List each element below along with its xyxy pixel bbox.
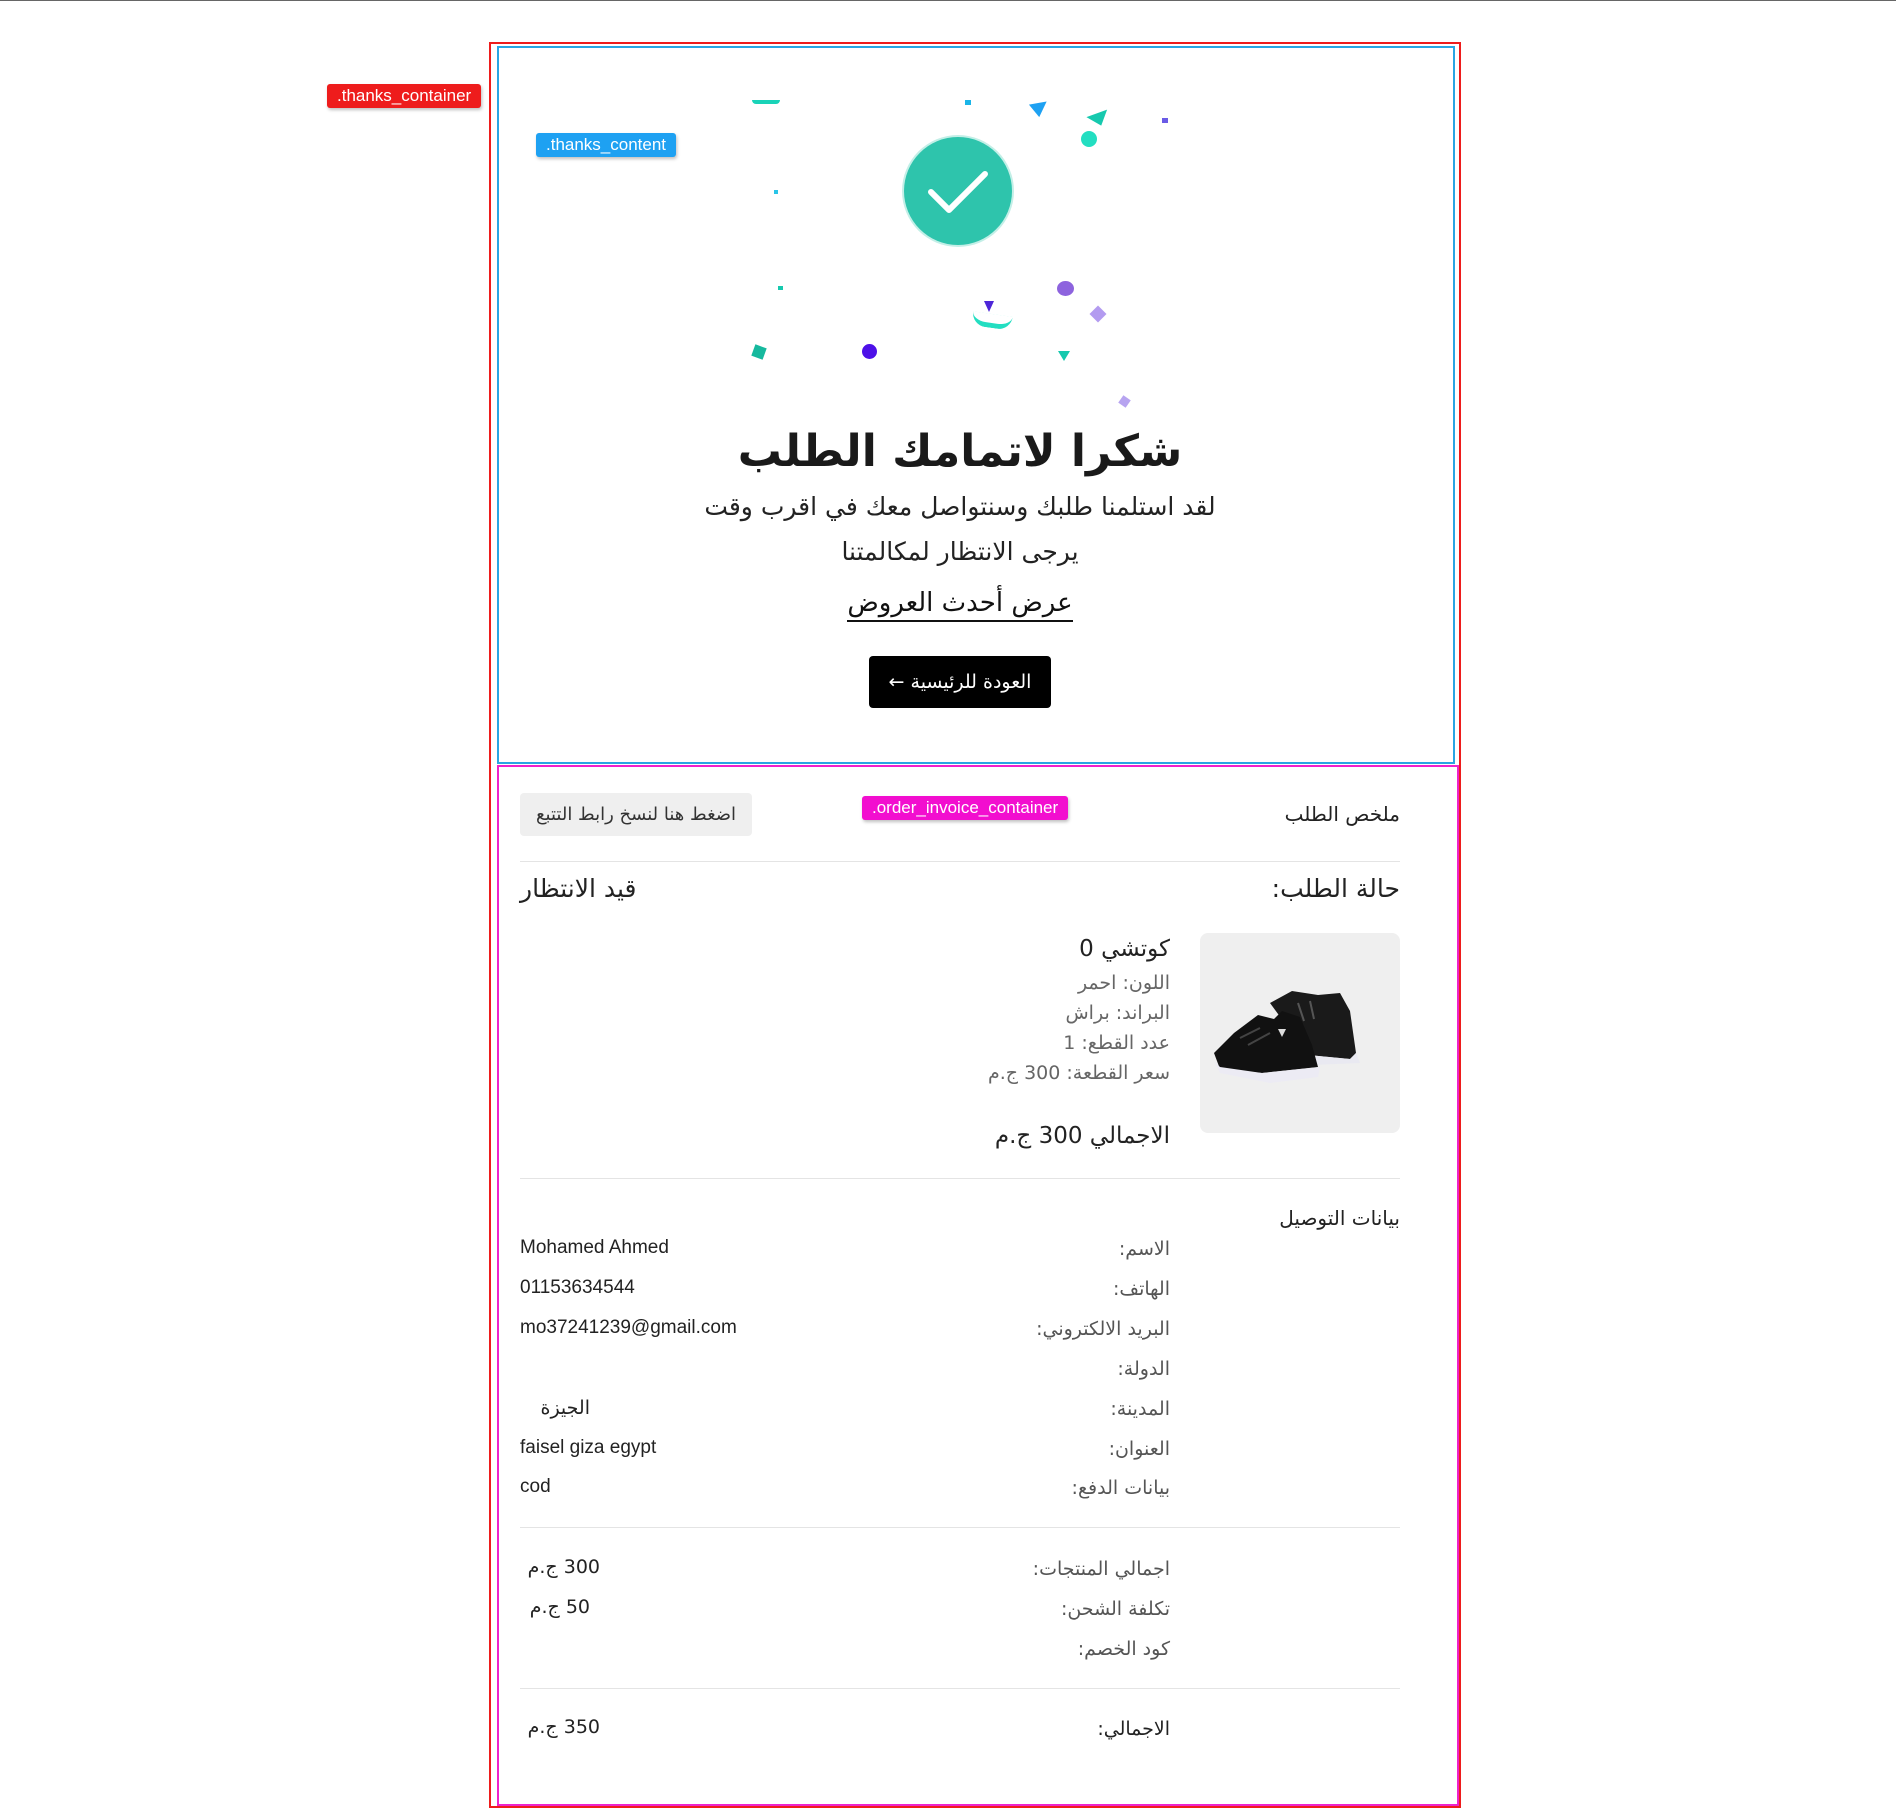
products-total-value: 300 ج.م [527, 1556, 600, 1578]
thanks-title: شكرا لاتمامك الطلب [737, 426, 1183, 477]
delivery-value-address: faisel giza egypt [520, 1437, 657, 1458]
divider [520, 1688, 1400, 1689]
divider [520, 1178, 1400, 1179]
grand-total-label: الاجمالي: [1097, 1718, 1170, 1740]
product-name: كوتشي 0 [1079, 936, 1170, 962]
delivery-info-title: بيانات التوصيل [1279, 1206, 1400, 1230]
thanks-message-line2: يرجى الانتظار لمكالمتنا [841, 537, 1079, 566]
delivery-label-address: العنوان: [1108, 1438, 1170, 1460]
delivery-value-email: mo37241239@gmail.com [520, 1317, 737, 1338]
delivery-label-phone: الهاتف: [1113, 1278, 1170, 1300]
shipping-cost-value: 50 ج.م [529, 1596, 590, 1618]
delivery-label-country: الدولة: [1117, 1358, 1170, 1380]
products-total-label: اجمالي المنتجات: [1032, 1558, 1170, 1580]
product-unit-price: سعر القطعة: 300 ج.م [987, 1062, 1170, 1084]
divider [520, 861, 1400, 862]
product-image [1200, 933, 1400, 1133]
product-total: الاجمالي 300 ج.م [994, 1123, 1170, 1149]
delivery-value-phone: 01153634544 [520, 1277, 635, 1298]
top-rule [0, 0, 1896, 1]
delivery-label-payment: بيانات الدفع: [1071, 1477, 1170, 1499]
check-icon [904, 137, 1012, 245]
delivery-label-city: المدينة: [1110, 1398, 1170, 1420]
thanks-content-tag: .thanks_content [536, 133, 677, 157]
copy-tracking-link-button[interactable]: اضغط هنا لنسخ رابط التتبع [520, 793, 752, 836]
delivery-label-email: البريد الالكتروني: [1036, 1318, 1170, 1340]
delivery-value-payment: cod [520, 1476, 551, 1497]
order-status-label: حالة الطلب: [1271, 874, 1400, 903]
order-invoice-container-tag: .order_invoice_container [862, 796, 1069, 820]
grand-total-value: 350 ج.م [527, 1716, 600, 1738]
divider [520, 1527, 1400, 1528]
shipping-cost-label: تكلفة الشحن: [1060, 1598, 1170, 1620]
back-home-button[interactable]: العودة للرئيسية ← [869, 656, 1051, 708]
latest-offers-link[interactable]: عرض أحدث العروض [700, 588, 1220, 622]
product-quantity: عدد القطع: 1 [1063, 1032, 1170, 1054]
thanks-message-line1: لقد استلمنا طلبك وسنتواصل معك في اقرب وق… [704, 492, 1216, 521]
delivery-value-name: Mohamed Ahmed [520, 1237, 669, 1258]
thanks-container-tag: .thanks_container [327, 84, 482, 108]
discount-code-label: كود الخصم: [1077, 1638, 1170, 1660]
product-color: اللون: احمر [1077, 972, 1170, 994]
latest-offers-link-text: عرض أحدث العروض [847, 588, 1073, 622]
delivery-label-name: الاسم: [1118, 1238, 1170, 1260]
order-status-value: قيد الانتظار [520, 874, 637, 903]
delivery-value-city: الجيزة [540, 1397, 590, 1419]
order-summary-title: ملخص الطلب [1284, 802, 1400, 826]
product-brand: البراند: براش [1065, 1002, 1170, 1024]
